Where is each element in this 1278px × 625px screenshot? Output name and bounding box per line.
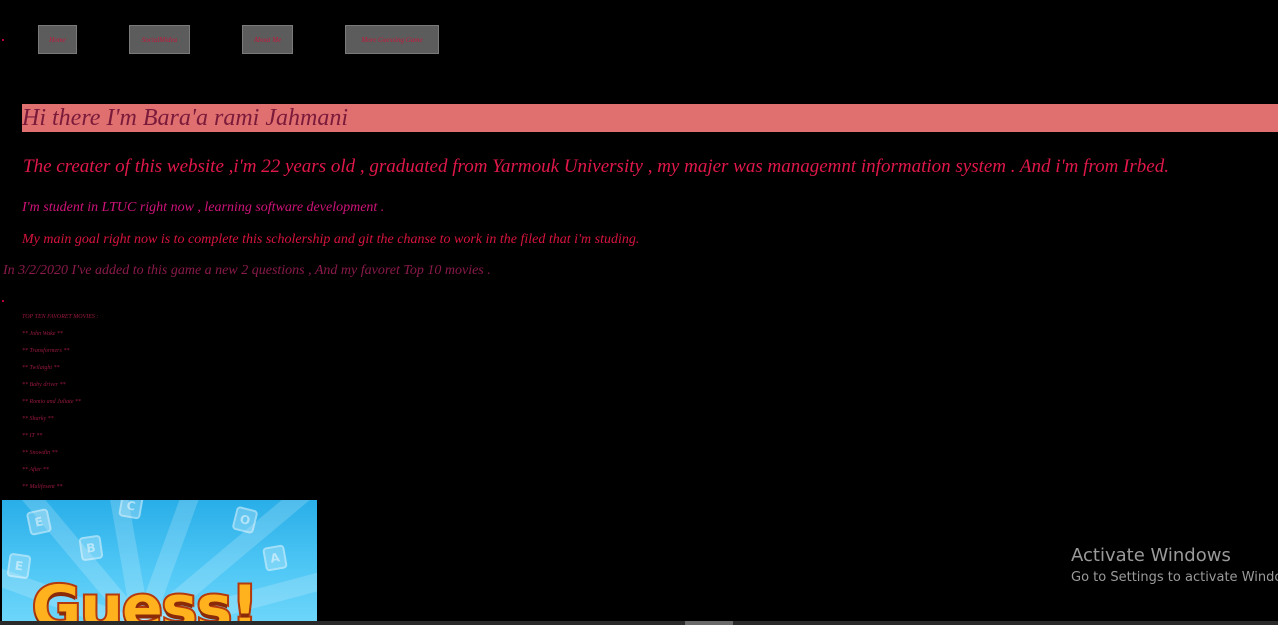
activate-windows-watermark: Activate Windows Go to Settings to activ… [1071, 545, 1278, 589]
intro-paragraph: The creater of this website ,i'm 22 year… [23, 156, 1169, 177]
letter-tile-icon: A [262, 544, 288, 572]
list-item: ** After ** [22, 467, 49, 473]
list-item: ** IT ** [22, 433, 43, 439]
guess-game-image: E C B O A E Guess! [2, 500, 317, 625]
watermark-title: Activate Windows [1071, 545, 1231, 566]
list-item: ** John Wake ** [22, 331, 63, 337]
nav-about-me-button[interactable]: About Me [242, 25, 293, 54]
letter-tile-icon: C [118, 500, 144, 520]
watermark-subtitle: Go to Settings to activate Windows. [1071, 570, 1278, 585]
nav-home-button[interactable]: Home [38, 25, 77, 54]
list-item: ** Twilaight ** [22, 365, 60, 371]
nav-more-guessing-game-button[interactable]: More Guessing Game [345, 25, 439, 54]
favorite-movies-list: TOP TEN FAVORET MOVIES : ** John Wake **… [22, 312, 98, 499]
stray-marker-middle [2, 300, 4, 302]
letter-tile-icon: E [6, 552, 32, 580]
letter-tile-icon: E [25, 507, 53, 537]
page-title: Hi there I'm Bara'a rami Jahmani [22, 104, 1278, 132]
movies-heading: TOP TEN FAVORET MOVIES : [22, 314, 99, 320]
nav-social-media-button[interactable]: SocialMidea [129, 25, 190, 54]
list-item: ** Baby driver ** [22, 382, 66, 388]
horizontal-scrollbar[interactable] [0, 621, 1278, 625]
list-item: ** Malifesent ** [22, 484, 63, 490]
goal-paragraph: My main goal right now is to complete th… [22, 232, 640, 247]
stray-marker-top [2, 39, 4, 41]
letter-tile-icon: B [78, 534, 104, 562]
list-item: ** Romio and Juliate ** [22, 399, 81, 405]
list-item: ** Snowdin ** [22, 450, 58, 456]
list-item: ** Sharky ** [22, 416, 54, 422]
scrollbar-thumb[interactable] [685, 621, 733, 625]
guess-logo-text: Guess! [30, 573, 260, 625]
list-item: ** Transformers ** [22, 348, 70, 354]
student-paragraph: I'm student in LTUC right now , learning… [22, 200, 385, 215]
update-note: In 3/2/2020 I've added to this game a ne… [3, 263, 491, 278]
